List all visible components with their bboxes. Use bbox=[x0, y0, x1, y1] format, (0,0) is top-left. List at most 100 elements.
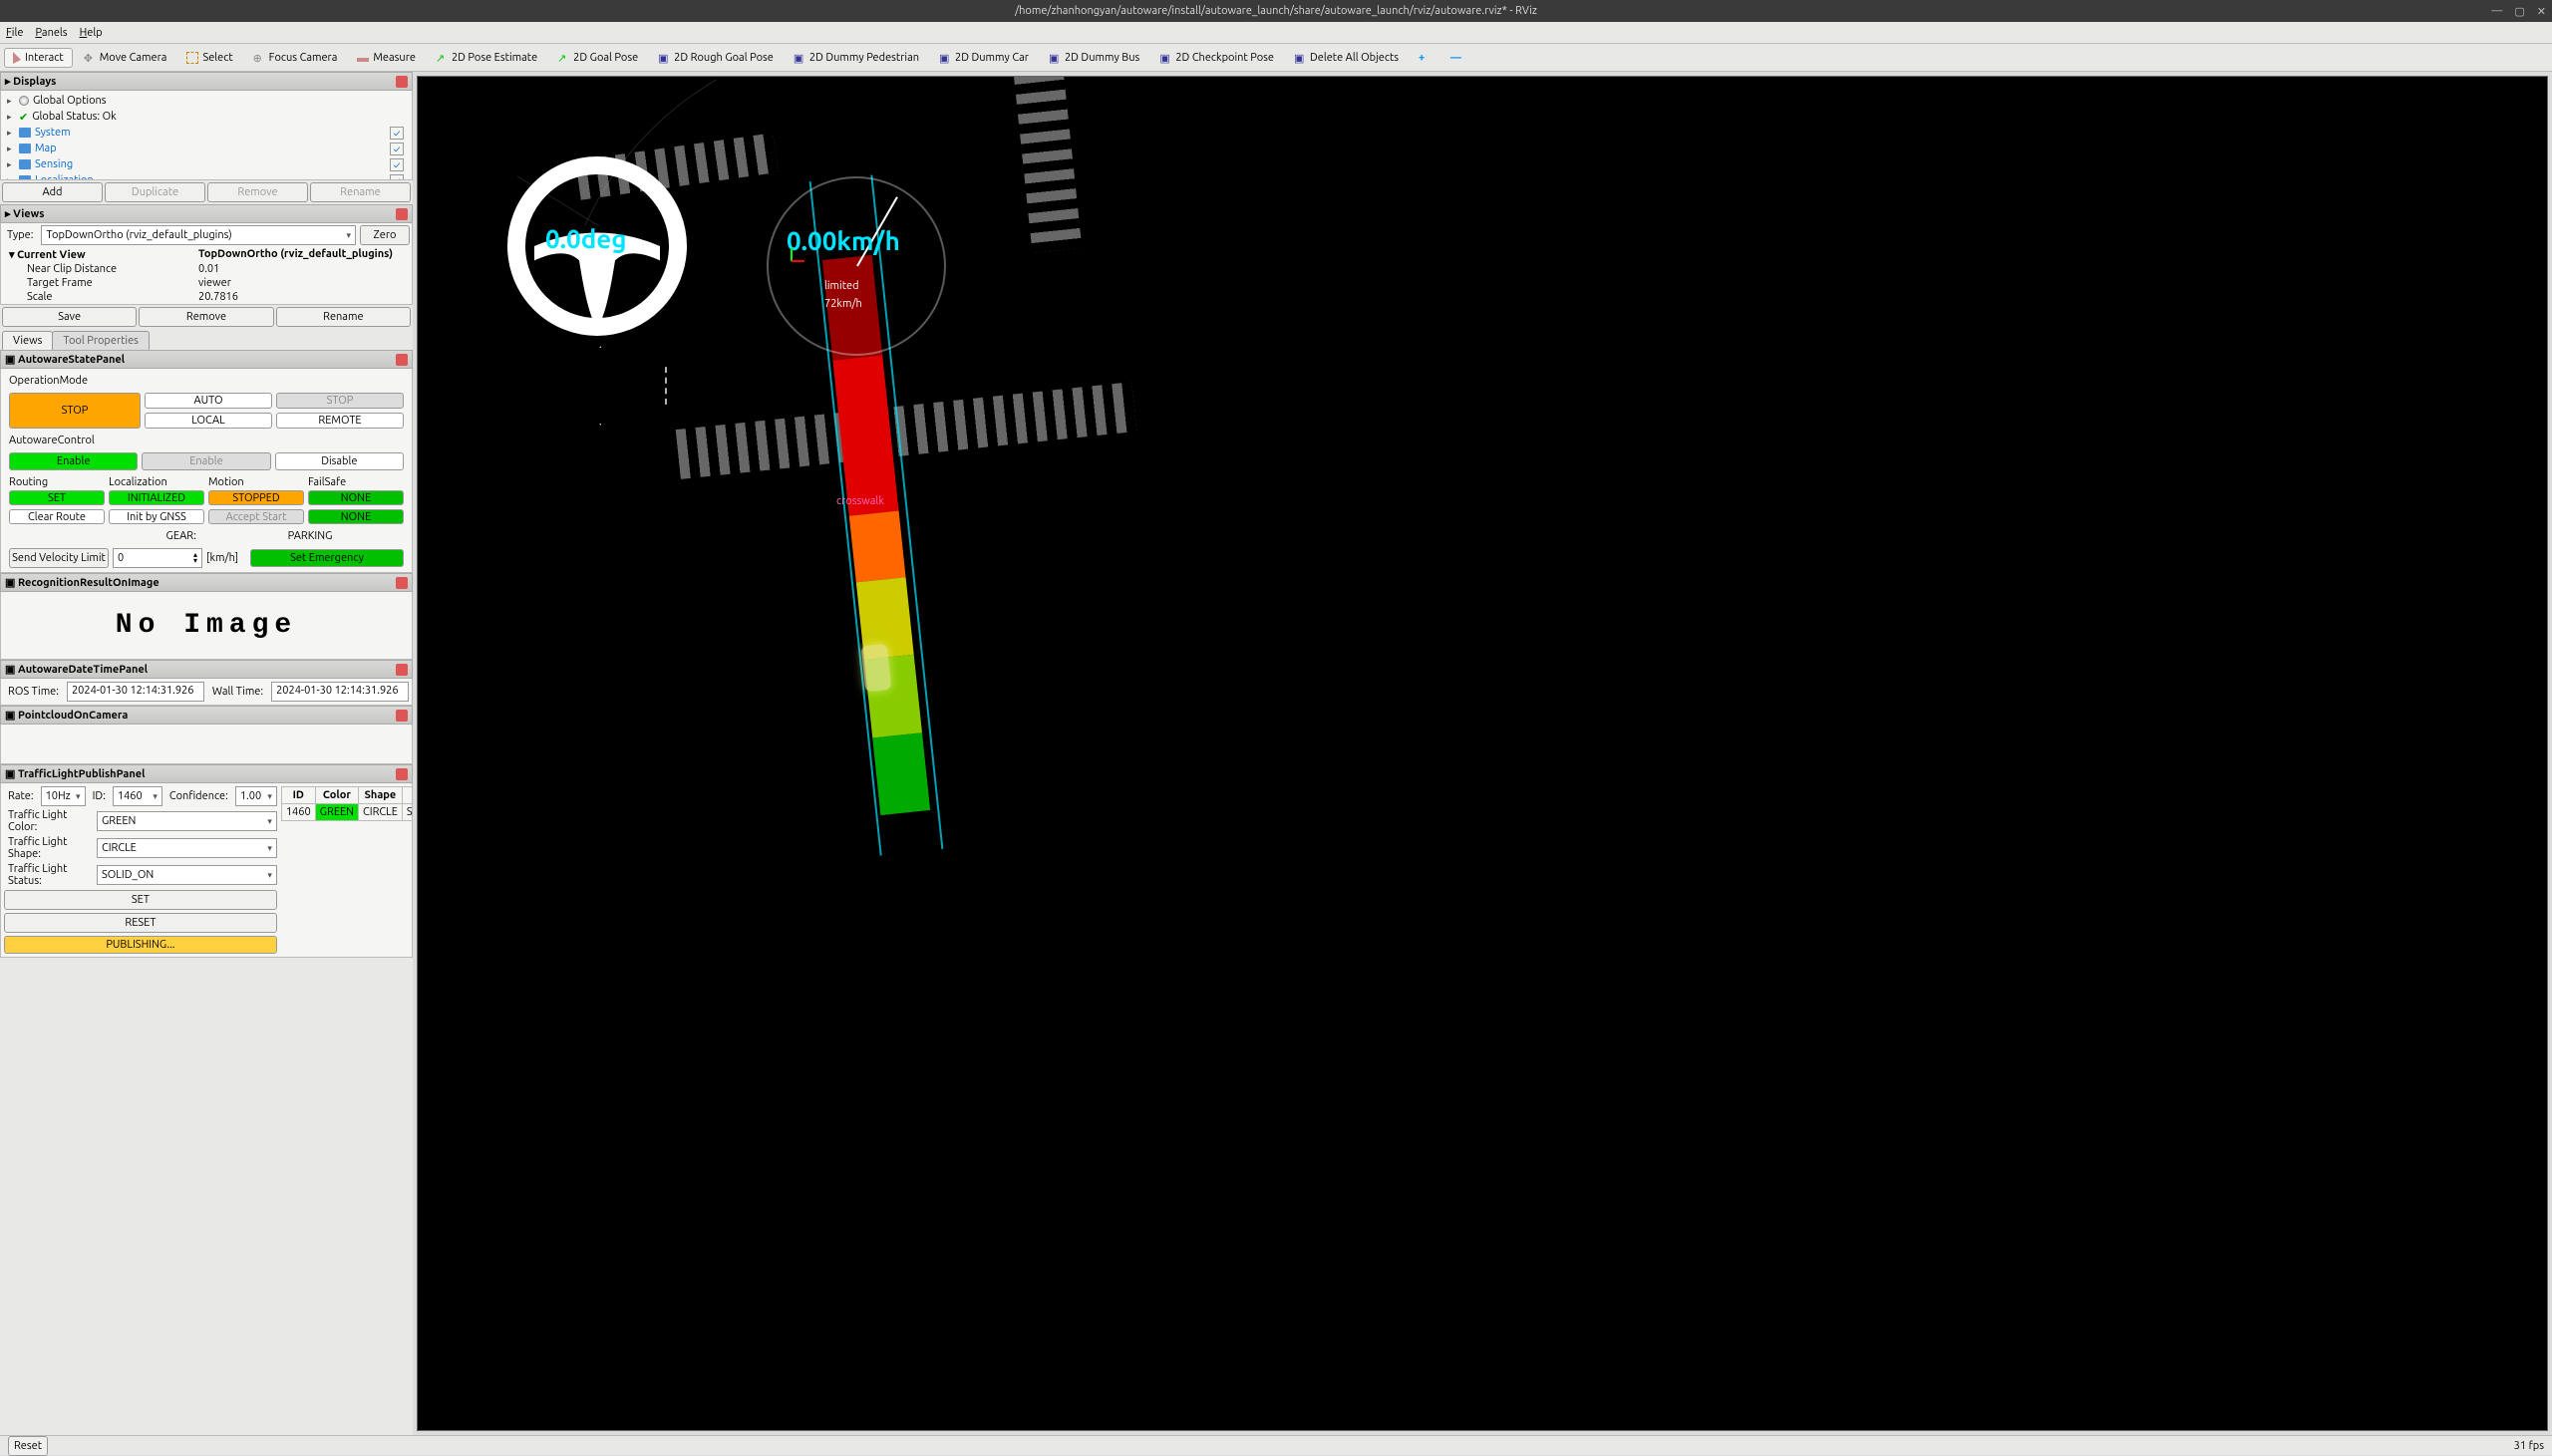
zero-button[interactable]: Zero bbox=[360, 225, 410, 245]
disable-button[interactable]: Disable bbox=[275, 452, 404, 470]
minimize-icon[interactable]: — bbox=[2491, 5, 2502, 18]
type-label: Type: bbox=[3, 229, 37, 241]
displays-header[interactable]: ▸ Displays bbox=[0, 72, 413, 91]
tl-set-button[interactable]: SET bbox=[4, 890, 277, 910]
close-panel-icon[interactable] bbox=[396, 768, 408, 780]
close-panel-icon[interactable] bbox=[396, 208, 408, 220]
checkbox[interactable]: ✓ bbox=[390, 127, 404, 140]
tree-item-localization[interactable]: Localization bbox=[35, 174, 94, 180]
rename-view-button[interactable]: Rename bbox=[276, 307, 411, 327]
reset-button[interactable]: Reset bbox=[8, 1436, 48, 1456]
clear-route-button[interactable]: Clear Route bbox=[9, 509, 105, 524]
close-panel-icon[interactable] bbox=[396, 76, 408, 88]
tool-minus[interactable]: — bbox=[1441, 48, 1471, 68]
car-icon: ▣ bbox=[1159, 52, 1171, 64]
rate-select[interactable]: 10Hz bbox=[41, 786, 86, 806]
datetime-header[interactable]: ▣ AutowareDateTimePanel bbox=[0, 660, 413, 679]
cursor-icon bbox=[13, 52, 21, 64]
move-icon: ✥ bbox=[84, 52, 96, 64]
close-icon[interactable]: ✕ bbox=[2537, 5, 2546, 18]
save-view-button[interactable]: Save bbox=[2, 307, 137, 327]
tool-select[interactable]: Select bbox=[177, 48, 241, 68]
tool-plus[interactable]: + bbox=[1410, 48, 1439, 68]
3d-viewport[interactable]: 0.0deg 0.00km/h limited72km/h crosswalk bbox=[417, 76, 2548, 1431]
remote-button[interactable]: REMOTE bbox=[276, 413, 404, 429]
send-velocity-limit-button[interactable]: Send Velocity Limit bbox=[9, 548, 109, 568]
checkbox[interactable]: ✓ bbox=[390, 174, 404, 181]
remove-button[interactable]: Remove bbox=[207, 182, 308, 202]
speed-limit: limited72km/h bbox=[824, 276, 862, 312]
tree-item-global-status[interactable]: Global Status: Ok bbox=[32, 111, 117, 123]
add-button[interactable]: Add bbox=[2, 182, 103, 202]
panel-icon: ▸ bbox=[5, 76, 13, 88]
tree-item-map[interactable]: Map bbox=[35, 143, 57, 154]
near-clip-value[interactable]: 0.01 bbox=[198, 263, 404, 275]
local-button[interactable]: LOCAL bbox=[145, 413, 272, 429]
wall-time-label: Wall Time: bbox=[208, 686, 267, 698]
views-header[interactable]: ▸ Views bbox=[0, 204, 413, 223]
id-select[interactable]: 1460 bbox=[113, 786, 162, 806]
menu-file[interactable]: File bbox=[6, 27, 23, 39]
set-emergency-button[interactable]: Set Emergency bbox=[250, 549, 404, 567]
remove-view-button[interactable]: Remove bbox=[139, 307, 273, 327]
state-header[interactable]: ▣ AutowareStatePanel bbox=[0, 350, 413, 369]
loc-initialized: INITIALIZED bbox=[109, 490, 204, 505]
ros-time-label: ROS Time: bbox=[4, 686, 63, 698]
menu-help[interactable]: Help bbox=[80, 27, 103, 39]
close-panel-icon[interactable] bbox=[396, 664, 408, 676]
velocity-limit-input[interactable]: 0▴▾ bbox=[113, 548, 202, 568]
auto-button[interactable]: AUTO bbox=[145, 393, 272, 409]
tool-focus-camera[interactable]: ⊕Focus Camera bbox=[244, 48, 347, 68]
recog-header[interactable]: ▣ RecognitionResultOnImage bbox=[0, 573, 413, 592]
tl-status-label: Traffic Light Status: bbox=[4, 863, 94, 887]
tool-2d-goal-pose[interactable]: ↗2D Goal Pose bbox=[548, 48, 647, 68]
close-panel-icon[interactable] bbox=[396, 354, 408, 366]
tab-views[interactable]: Views bbox=[2, 331, 53, 350]
tree-item-system[interactable]: System bbox=[35, 127, 71, 139]
tree-item-sensing[interactable]: Sensing bbox=[35, 158, 73, 170]
tool-2d-pose-estimate[interactable]: ↗2D Pose Estimate bbox=[427, 48, 546, 68]
maximize-icon[interactable]: ▢ bbox=[2514, 5, 2524, 18]
ros-time-value: 2024-01-30 12:14:31.926 bbox=[67, 682, 204, 702]
init-gnss-button[interactable]: Init by GNSS bbox=[109, 509, 204, 524]
tool-2d-dummy-car[interactable]: ▣2D Dummy Car bbox=[930, 48, 1038, 68]
tl-status-select[interactable]: SOLID_ON bbox=[97, 865, 277, 885]
rename-button[interactable]: Rename bbox=[310, 182, 411, 202]
tool-interact[interactable]: Interact bbox=[4, 48, 73, 68]
tab-tool-properties[interactable]: Tool Properties bbox=[52, 331, 150, 350]
view-type-select[interactable]: TopDownOrtho (rviz_default_plugins) bbox=[41, 225, 356, 245]
car-icon: ▣ bbox=[658, 52, 670, 64]
tool-2d-dummy-bus[interactable]: ▣2D Dummy Bus bbox=[1040, 48, 1148, 68]
tl-shape-select[interactable]: CIRCLE bbox=[97, 838, 277, 858]
displays-tree[interactable]: ▸Global Options ▸✔Global Status: Ok ▸Sys… bbox=[1, 91, 412, 180]
no-image-text: No Image bbox=[1, 592, 412, 659]
stop-button[interactable]: STOP bbox=[9, 393, 141, 429]
tool-2d-checkpoint-pose[interactable]: ▣2D Checkpoint Pose bbox=[1150, 48, 1283, 68]
spinner-icon[interactable]: ▴▾ bbox=[193, 552, 197, 564]
checkbox[interactable]: ✓ bbox=[390, 143, 404, 155]
traffic-light-table: IDColorShapeStatusonfidenc 1460GREENCIRC… bbox=[281, 786, 413, 821]
id-label: ID: bbox=[89, 790, 110, 802]
panel-icon: ▣ bbox=[5, 664, 18, 676]
close-panel-icon[interactable] bbox=[396, 577, 408, 589]
target-frame-value[interactable]: viewer bbox=[198, 277, 404, 289]
confidence-select[interactable]: 1.00 bbox=[235, 786, 277, 806]
tool-move-camera[interactable]: ✥Move Camera bbox=[75, 48, 176, 68]
checkbox[interactable]: ✓ bbox=[390, 158, 404, 171]
table-row[interactable]: 1460GREENCIRCLESOLID_ON1 bbox=[281, 804, 413, 821]
tlp-header[interactable]: ▣ TrafficLightPublishPanel bbox=[0, 764, 413, 783]
close-panel-icon[interactable] bbox=[396, 710, 408, 722]
tool-2d-dummy-pedestrian[interactable]: ▣2D Dummy Pedestrian bbox=[785, 48, 928, 68]
tl-reset-button[interactable]: RESET bbox=[4, 913, 277, 933]
tool-delete-all[interactable]: ▣Delete All Objects bbox=[1285, 48, 1408, 68]
tool-2d-rough-goal-pose[interactable]: ▣2D Rough Goal Pose bbox=[649, 48, 783, 68]
tool-measure[interactable]: Measure bbox=[348, 48, 425, 68]
tree-item-global-options[interactable]: Global Options bbox=[33, 95, 107, 107]
duplicate-button[interactable]: Duplicate bbox=[105, 182, 205, 202]
scale-value[interactable]: 20.7816 bbox=[198, 291, 404, 303]
pcoc-header[interactable]: ▣ PointcloudOnCamera bbox=[0, 706, 413, 725]
menu-panels[interactable]: Panels bbox=[35, 27, 67, 39]
car-icon: ▣ bbox=[794, 52, 805, 64]
tl-color-select[interactable]: GREEN bbox=[97, 811, 277, 831]
enable-button: Enable bbox=[142, 452, 270, 470]
